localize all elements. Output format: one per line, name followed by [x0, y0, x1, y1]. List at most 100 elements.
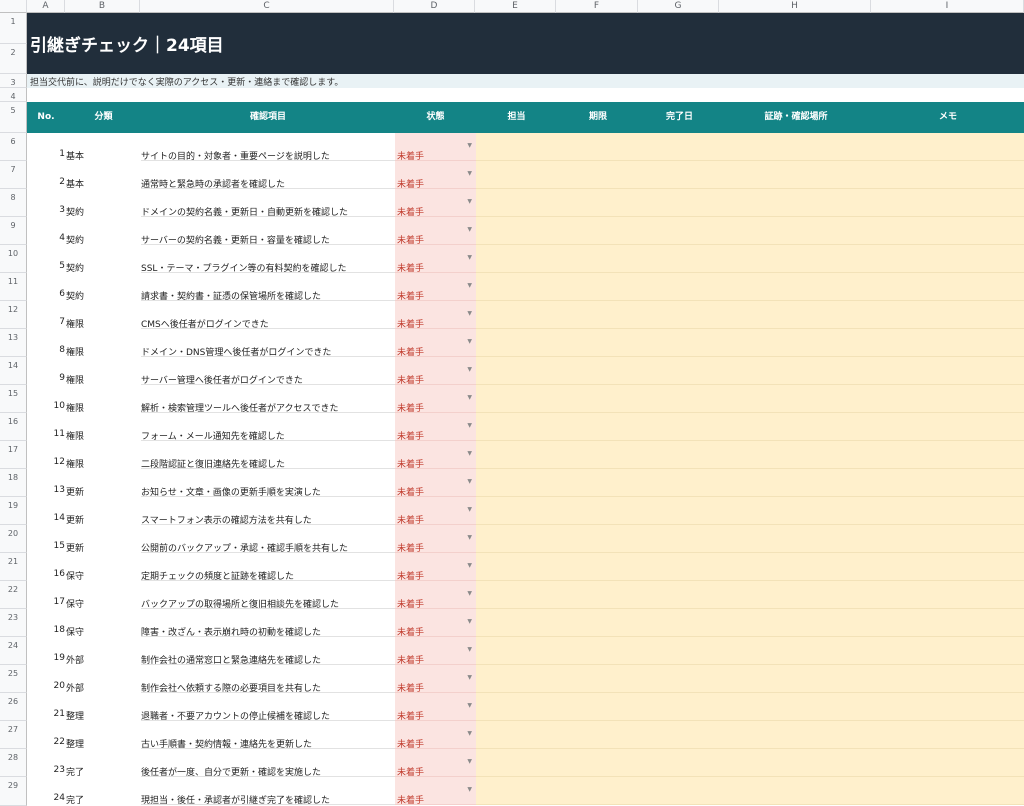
dropdown-arrow-icon[interactable]: ▼	[467, 226, 472, 233]
row-header[interactable]: 8	[0, 189, 27, 217]
status-dropdown[interactable]: 未着手 ▼	[395, 469, 476, 497]
dropdown-arrow-icon[interactable]: ▼	[467, 674, 472, 681]
check-item-cell[interactable]: 制作会社へ依頼する際の必要項目を共有した	[141, 665, 395, 693]
status-dropdown[interactable]: 未着手 ▼	[395, 777, 476, 805]
check-item-cell[interactable]: 通常時と緊急時の承認者を確認した	[141, 161, 395, 189]
status-dropdown[interactable]: 未着手 ▼	[395, 581, 476, 609]
dropdown-arrow-icon[interactable]: ▼	[467, 310, 472, 317]
header-evidence[interactable]: 証跡・確認場所	[720, 102, 872, 133]
dropdown-arrow-icon[interactable]: ▼	[467, 450, 472, 457]
input-cells[interactable]	[476, 581, 1024, 609]
category-cell[interactable]: 整理	[66, 721, 141, 749]
row-number-cell[interactable]: 4	[27, 217, 65, 245]
category-cell[interactable]: 契約	[66, 189, 141, 217]
row-header[interactable]: 7	[0, 161, 27, 189]
input-cells[interactable]	[476, 161, 1024, 189]
check-item-cell[interactable]: 障害・改ざん・表示崩れ時の初動を確認した	[141, 609, 395, 637]
column-header-d[interactable]: D	[394, 0, 475, 13]
row-header[interactable]: 22	[0, 581, 27, 609]
row-header[interactable]: 23	[0, 609, 27, 637]
dropdown-arrow-icon[interactable]: ▼	[467, 142, 472, 149]
dropdown-arrow-icon[interactable]: ▼	[467, 534, 472, 541]
check-item-cell[interactable]: 公開前のバックアップ・承認・確認手順を共有した	[141, 525, 395, 553]
status-dropdown[interactable]: 未着手 ▼	[395, 441, 476, 469]
row-header[interactable]: 10	[0, 245, 27, 273]
check-item-cell[interactable]: サーバー管理へ後任者がログインできた	[141, 357, 395, 385]
input-cells[interactable]	[476, 721, 1024, 749]
status-dropdown[interactable]: 未着手 ▼	[395, 553, 476, 581]
row-header[interactable]: 20	[0, 525, 27, 553]
row-header[interactable]: 18	[0, 469, 27, 497]
row-number-cell[interactable]: 23	[27, 749, 65, 777]
category-cell[interactable]: 契約	[66, 217, 141, 245]
status-dropdown[interactable]: 未着手 ▼	[395, 189, 476, 217]
row-number-cell[interactable]: 13	[27, 469, 65, 497]
category-cell[interactable]: 整理	[66, 693, 141, 721]
status-dropdown[interactable]: 未着手 ▼	[395, 721, 476, 749]
check-item-cell[interactable]: SSL・テーマ・プラグイン等の有料契約を確認した	[141, 245, 395, 273]
row-header[interactable]: 1	[0, 13, 27, 44]
row-header[interactable]: 24	[0, 637, 27, 665]
category-cell[interactable]: 保守	[66, 581, 141, 609]
row-number-cell[interactable]: 5	[27, 245, 65, 273]
category-cell[interactable]: 完了	[66, 749, 141, 777]
input-cells[interactable]	[476, 665, 1024, 693]
row-number-cell[interactable]: 24	[27, 777, 65, 805]
column-header-a[interactable]: A	[27, 0, 65, 13]
row-number-cell[interactable]: 15	[27, 525, 65, 553]
column-header-h[interactable]: H	[719, 0, 871, 13]
check-item-cell[interactable]: お知らせ・文章・画像の更新手順を実演した	[141, 469, 395, 497]
header-category[interactable]: 分類	[66, 102, 141, 133]
row-header[interactable]: 29	[0, 777, 27, 806]
header-memo[interactable]: メモ	[872, 102, 1024, 133]
category-cell[interactable]: 権限	[66, 385, 141, 413]
dropdown-arrow-icon[interactable]: ▼	[467, 422, 472, 429]
row-header[interactable]: 26	[0, 693, 27, 721]
input-cells[interactable]	[476, 329, 1024, 357]
row-number-cell[interactable]: 19	[27, 637, 65, 665]
row-number-cell[interactable]: 14	[27, 497, 65, 525]
header-no[interactable]: No.	[27, 102, 65, 133]
row-number-cell[interactable]: 22	[27, 721, 65, 749]
status-dropdown[interactable]: 未着手 ▼	[395, 525, 476, 553]
status-dropdown[interactable]: 未着手 ▼	[395, 637, 476, 665]
row-number-cell[interactable]: 3	[27, 189, 65, 217]
header-status[interactable]: 状態	[395, 102, 476, 133]
row-header[interactable]: 2	[0, 44, 27, 74]
check-item-cell[interactable]: サーバーの契約名義・更新日・容量を確認した	[141, 217, 395, 245]
check-item-cell[interactable]: 後任者が一度、自分で更新・確認を実施した	[141, 749, 395, 777]
row-number-cell[interactable]: 21	[27, 693, 65, 721]
category-cell[interactable]: 保守	[66, 609, 141, 637]
check-item-cell[interactable]: 請求書・契約書・証憑の保管場所を確認した	[141, 273, 395, 301]
header-done-date[interactable]: 完了日	[639, 102, 720, 133]
dropdown-arrow-icon[interactable]: ▼	[467, 366, 472, 373]
row-number-cell[interactable]: 9	[27, 357, 65, 385]
check-item-cell[interactable]: スマートフォン表示の確認方法を共有した	[141, 497, 395, 525]
row-number-cell[interactable]: 10	[27, 385, 65, 413]
check-item-cell[interactable]: 現担当・後任・承認者が引継ぎ完了を確認した	[141, 777, 395, 805]
input-cells[interactable]	[476, 693, 1024, 721]
row-header[interactable]: 6	[0, 133, 27, 161]
category-cell[interactable]: 更新	[66, 469, 141, 497]
check-item-cell[interactable]: ドメインの契約名義・更新日・自動更新を確認した	[141, 189, 395, 217]
dropdown-arrow-icon[interactable]: ▼	[467, 618, 472, 625]
row-header[interactable]: 21	[0, 553, 27, 581]
check-item-cell[interactable]: 定期チェックの頻度と証跡を確認した	[141, 553, 395, 581]
input-cells[interactable]	[476, 245, 1024, 273]
status-dropdown[interactable]: 未着手 ▼	[395, 329, 476, 357]
category-cell[interactable]: 基本	[66, 133, 141, 161]
row-number-cell[interactable]: 2	[27, 161, 65, 189]
input-cells[interactable]	[476, 525, 1024, 553]
category-cell[interactable]: 権限	[66, 357, 141, 385]
status-dropdown[interactable]: 未着手 ▼	[395, 357, 476, 385]
row-header[interactable]: 14	[0, 357, 27, 385]
row-header[interactable]: 4	[0, 88, 27, 102]
sheet-subtitle[interactable]: 担当交代前に、説明だけでなく実際のアクセス・更新・連絡まで確認します。	[30, 75, 343, 88]
category-cell[interactable]: 保守	[66, 553, 141, 581]
column-header-b[interactable]: B	[65, 0, 140, 13]
category-cell[interactable]: 権限	[66, 301, 141, 329]
status-dropdown[interactable]: 未着手 ▼	[395, 749, 476, 777]
dropdown-arrow-icon[interactable]: ▼	[467, 646, 472, 653]
status-dropdown[interactable]: 未着手 ▼	[395, 217, 476, 245]
row-header[interactable]: 5	[0, 102, 27, 133]
